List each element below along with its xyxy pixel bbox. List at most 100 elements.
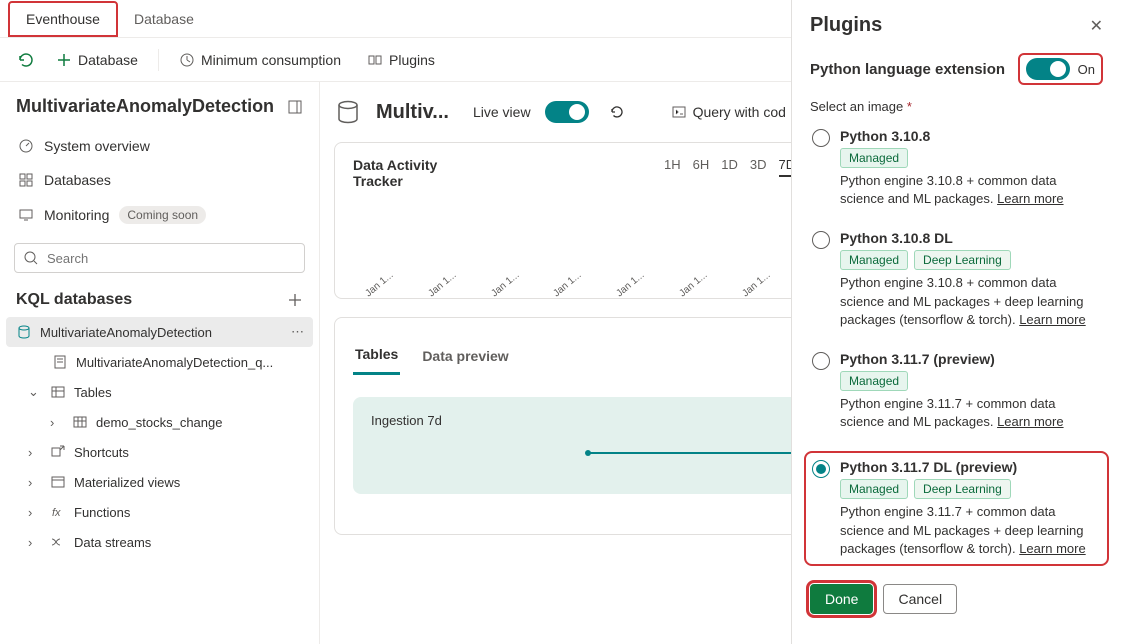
option-python-3108[interactable]: Python 3.10.8 Managed Python engine 3.10… — [810, 126, 1103, 210]
tree-functions[interactable]: › fx Functions — [6, 497, 313, 527]
learn-more-link[interactable]: Learn more — [1019, 541, 1085, 556]
chevron-right-icon[interactable]: › — [50, 415, 64, 430]
option-python-3117[interactable]: Python 3.11.7 (preview) Managed Python e… — [810, 349, 1103, 433]
section-title: KQL databases — [16, 291, 132, 309]
sidebar: MultivariateAnomalyDetection System over… — [0, 82, 320, 644]
radio-icon[interactable] — [812, 352, 830, 370]
tree-label: MultivariateAnomalyDetection_q... — [76, 355, 273, 370]
close-icon[interactable]: ✕ — [1090, 16, 1103, 36]
tree-materialized-views[interactable]: › Materialized views — [6, 467, 313, 497]
shortcut-icon — [50, 444, 66, 460]
learn-more-link[interactable]: Learn more — [997, 191, 1063, 206]
tree-tables[interactable]: ⌄ Tables — [6, 377, 313, 407]
plugins-button[interactable]: Plugins — [357, 46, 445, 74]
database-icon — [334, 98, 362, 126]
chevron-right-icon[interactable]: › — [28, 475, 42, 490]
database-icon — [16, 324, 32, 340]
live-view-toggle[interactable] — [545, 101, 589, 123]
refresh-icon[interactable] — [12, 46, 40, 74]
nav-label: Databases — [44, 172, 111, 188]
gauge-icon — [18, 138, 34, 154]
nav-system-overview[interactable]: System overview — [6, 129, 313, 163]
time-6h[interactable]: 6H — [693, 157, 710, 177]
collapse-icon[interactable] — [287, 99, 303, 115]
tab-database[interactable]: Database — [118, 3, 210, 37]
live-view-label: Live view — [473, 104, 531, 120]
managed-badge: Managed — [840, 148, 908, 168]
managed-badge: Managed — [840, 371, 908, 391]
nav-label: Monitoring — [44, 207, 109, 223]
option-desc: Python engine 3.10.8 + common data scien… — [840, 172, 1101, 208]
content-title: Multiv... — [376, 101, 449, 124]
chevron-down-icon[interactable]: ⌄ — [28, 384, 42, 400]
select-image-label: Select an image * — [810, 99, 1103, 114]
tab-data-preview[interactable]: Data preview — [420, 340, 510, 374]
tab-eventhouse[interactable]: Eventhouse — [8, 1, 118, 37]
monitor-icon — [18, 207, 34, 223]
plugins-panel: Plugins ✕ Python language extension On S… — [791, 0, 1121, 644]
tree-label: Shortcuts — [74, 445, 129, 460]
chevron-right-icon[interactable]: › — [28, 505, 42, 520]
option-desc: Python engine 3.10.8 + common data scien… — [840, 274, 1101, 329]
coming-soon-badge: Coming soon — [119, 206, 206, 224]
option-python-3117-dl[interactable]: Python 3.11.7 DL (preview) Managed Deep … — [804, 451, 1109, 566]
cancel-button[interactable]: Cancel — [883, 584, 957, 614]
min-consumption-label: Minimum consumption — [201, 52, 341, 68]
tree-table-demo[interactable]: › demo_stocks_change — [6, 407, 313, 437]
query-button[interactable]: Query with cod — [665, 98, 792, 126]
learn-more-link[interactable]: Learn more — [1019, 312, 1085, 327]
tree-queryset[interactable]: MultivariateAnomalyDetection_q... — [6, 347, 313, 377]
option-python-3108-dl[interactable]: Python 3.10.8 DL Managed Deep Learning P… — [810, 228, 1103, 331]
panel-title: Plugins — [810, 14, 882, 37]
tab-tables[interactable]: Tables — [353, 338, 400, 375]
new-database-label: Database — [78, 52, 138, 68]
tree-label: Materialized views — [74, 475, 180, 490]
extension-toggle-group: On — [1018, 53, 1103, 85]
learn-more-link[interactable]: Learn more — [997, 414, 1063, 429]
more-icon[interactable]: ⋯ — [291, 324, 305, 340]
tree-database[interactable]: MultivariateAnomalyDetection ⋯ — [6, 317, 313, 347]
min-consumption-button[interactable]: Minimum consumption — [169, 46, 351, 74]
tree-data-streams[interactable]: › Data streams — [6, 527, 313, 557]
nav-databases[interactable]: Databases — [6, 163, 313, 197]
stream-icon — [50, 534, 66, 550]
tree-label: demo_stocks_change — [96, 415, 222, 430]
divider — [158, 49, 159, 71]
option-title: Python 3.10.8 — [840, 128, 1101, 144]
sidebar-search[interactable] — [14, 243, 305, 273]
search-input[interactable] — [47, 251, 296, 266]
time-1h[interactable]: 1H — [664, 157, 681, 177]
plus-icon[interactable] — [287, 292, 303, 308]
function-icon: fx — [50, 504, 66, 520]
table-icon — [72, 414, 88, 430]
nav-monitoring[interactable]: Monitoring Coming soon — [6, 197, 313, 233]
extension-toggle[interactable] — [1026, 58, 1070, 80]
plugin-icon — [367, 52, 383, 68]
tree-label: MultivariateAnomalyDetection — [40, 325, 212, 340]
search-icon — [23, 250, 39, 266]
radio-icon[interactable] — [812, 231, 830, 249]
queryset-icon — [52, 354, 68, 370]
sidebar-title: MultivariateAnomalyDetection — [16, 96, 274, 117]
option-title: Python 3.10.8 DL — [840, 230, 1101, 246]
chevron-right-icon[interactable]: › — [28, 535, 42, 550]
option-title: Python 3.11.7 (preview) — [840, 351, 1101, 367]
new-database-button[interactable]: Database — [46, 46, 148, 74]
radio-icon[interactable] — [812, 129, 830, 147]
refresh-button[interactable] — [603, 98, 631, 126]
managed-badge: Managed — [840, 479, 908, 499]
tree-shortcuts[interactable]: › Shortcuts — [6, 437, 313, 467]
done-button[interactable]: Done — [810, 584, 873, 614]
tree-label: Functions — [74, 505, 130, 520]
time-3d[interactable]: 3D — [750, 157, 767, 177]
extension-label: Python language extension — [810, 61, 1005, 78]
radio-icon[interactable] — [812, 460, 830, 478]
ingestion-title: Ingestion 7d — [371, 413, 442, 428]
time-1d[interactable]: 1D — [721, 157, 738, 177]
chevron-right-icon[interactable]: › — [28, 445, 42, 460]
query-label: Query with cod — [693, 104, 786, 120]
view-icon — [50, 474, 66, 490]
tree-label: Tables — [74, 385, 112, 400]
toggle-state: On — [1078, 62, 1095, 77]
tree-label: Data streams — [74, 535, 151, 550]
